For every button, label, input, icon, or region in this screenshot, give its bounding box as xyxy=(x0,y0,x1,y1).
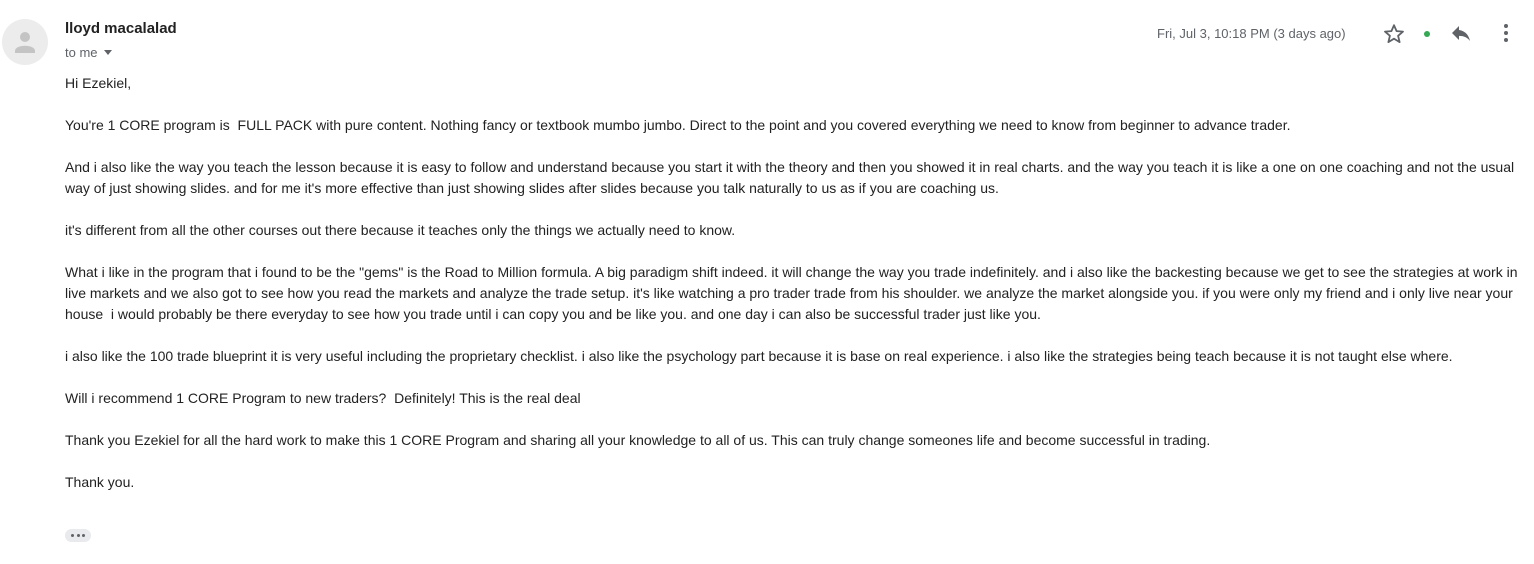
sender-name: lloyd macalalad xyxy=(65,20,177,37)
greeting: Hi Ezekiel, xyxy=(65,75,132,91)
body-paragraph: What i like in the program that i found … xyxy=(65,264,1522,322)
ellipsis-dot-icon xyxy=(76,534,80,537)
body-paragraph: Thank you. xyxy=(65,474,135,490)
ellipsis-dot-icon xyxy=(82,534,85,537)
show-trimmed-content-button[interactable] xyxy=(65,529,91,542)
more-options-button[interactable] xyxy=(1494,21,1518,45)
body-paragraph: Thank you Ezekiel for all the hard work … xyxy=(65,432,1211,448)
body-paragraph: Will i recommend 1 CORE Program to new t… xyxy=(65,390,581,406)
reply-button[interactable] xyxy=(1449,21,1473,45)
caret-down-icon[interactable] xyxy=(103,50,112,56)
vertical-ellipsis-icon[interactable] xyxy=(1494,21,1518,45)
body-paragraph: it's different from all the other course… xyxy=(65,222,736,238)
star-button[interactable] xyxy=(1382,22,1406,46)
body-paragraph: i also like the 100 trade blueprint it i… xyxy=(65,348,1453,364)
recipient-details-toggle[interactable]: to me xyxy=(65,45,112,60)
sender-avatar xyxy=(2,19,48,65)
ellipsis-dot-icon xyxy=(71,534,74,537)
recipient-label: to me xyxy=(65,45,98,60)
message-timestamp: Fri, Jul 3, 10:18 PM (3 days ago) xyxy=(1157,26,1346,41)
star-icon[interactable] xyxy=(1382,22,1406,46)
body-paragraph: You're 1 CORE program is FULL PACK with … xyxy=(65,117,1291,133)
reply-icon[interactable] xyxy=(1449,21,1473,45)
message-body: Hi Ezekiel, You're 1 CORE program is FUL… xyxy=(65,73,1523,514)
body-paragraph: And i also like the way you teach the le… xyxy=(65,159,1519,196)
default-person-icon xyxy=(15,32,35,53)
online-status-indicator xyxy=(1424,31,1430,37)
